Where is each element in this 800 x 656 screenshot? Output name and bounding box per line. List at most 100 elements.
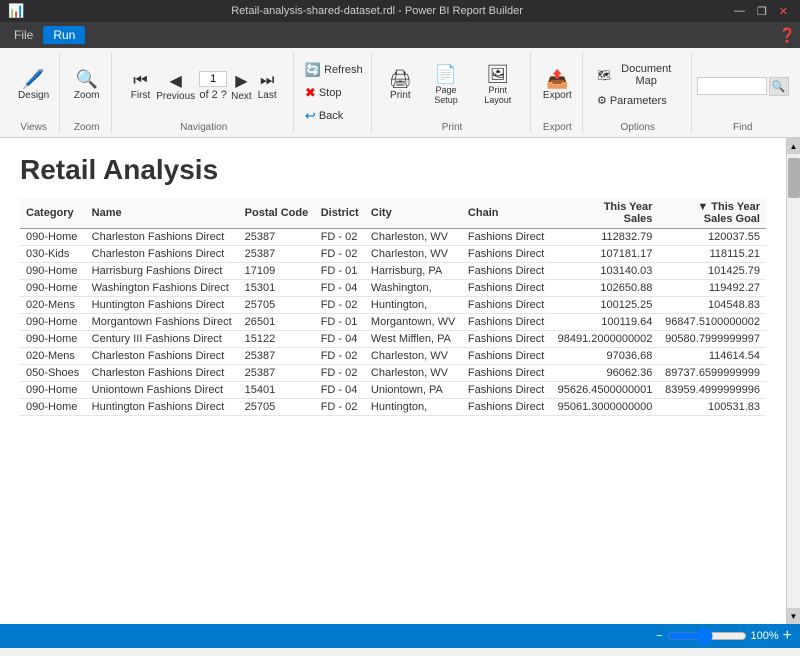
cell-thisYearSales: 100125.25 (551, 297, 659, 314)
zoom-icon: 🔍 (75, 70, 97, 88)
zoom-slider[interactable] (667, 628, 747, 644)
cell-category: 030-Kids (20, 246, 86, 263)
cell-postalCode: 26501 (239, 314, 315, 331)
restore-button[interactable]: ❐ (753, 5, 771, 18)
export-button[interactable]: 📤 Export (539, 68, 576, 103)
previous-icon: ◀ (170, 71, 182, 91)
table-row: 090-HomeWashington Fashions Direct15301F… (20, 280, 766, 297)
table-row: 090-HomeHarrisburg Fashions Direct17109F… (20, 263, 766, 280)
cell-vThisYearSalesGoal: 119492.27 (658, 280, 766, 297)
cell-district: FD - 02 (315, 246, 365, 263)
print-layout-button[interactable]: 🖼 Print Layout (474, 63, 522, 107)
cell-name: Uniontown Fashions Direct (86, 382, 239, 399)
parameters-button[interactable]: ⚙ Parameters (593, 92, 683, 109)
cell-postalCode: 17109 (239, 263, 315, 280)
col-header-chain: Chain (462, 198, 551, 229)
cell-district: FD - 04 (315, 382, 365, 399)
table-row: 090-HomeCharleston Fashions Direct25387F… (20, 229, 766, 246)
views-label: Views (20, 118, 47, 133)
cell-chain: Fashions Direct (462, 297, 551, 314)
ribbon-options-group: 🗺 Document Map ⚙ Parameters Options (585, 52, 692, 133)
previous-button[interactable]: ◀ Previous (154, 69, 197, 104)
ribbon-export-group: 📤 Export Export (533, 52, 583, 133)
cell-chain: Fashions Direct (462, 229, 551, 246)
cell-vThisYearSalesGoal: 114614.54 (658, 348, 766, 365)
col-header-postal: Postal Code (239, 198, 315, 229)
design-button[interactable]: 🖊️ Design (14, 68, 53, 103)
stop-button[interactable]: ✖ Stop (301, 83, 367, 103)
print-button[interactable]: 🖨 Print (382, 68, 418, 103)
main-wrapper: Retail Analysis Category Name Postal Cod… (0, 138, 800, 624)
cell-district: FD - 01 (315, 263, 365, 280)
cell-thisYearSales: 97036.68 (551, 348, 659, 365)
cell-chain: Fashions Direct (462, 246, 551, 263)
cell-category: 020-Mens (20, 297, 86, 314)
cell-postalCode: 25705 (239, 399, 315, 416)
back-button[interactable]: ↩ Back (301, 106, 367, 126)
cell-city: Charleston, WV (365, 365, 462, 382)
zoom-plus-button[interactable]: + (783, 627, 792, 645)
cell-vThisYearSalesGoal: 90580.7999999997 (658, 331, 766, 348)
cell-category: 020-Mens (20, 348, 86, 365)
cell-name: Century III Fashions Direct (86, 331, 239, 348)
cell-city: Huntington, (365, 297, 462, 314)
cell-category: 050-Shoes (20, 365, 86, 382)
export-icon: 📤 (546, 70, 568, 88)
refresh-icon: 🔄 (305, 62, 321, 78)
scrollbar-thumb[interactable] (788, 158, 800, 198)
menu-file[interactable]: File (4, 26, 43, 44)
zoom-button[interactable]: 🔍 Zoom (69, 68, 105, 103)
cell-city: Harrisburg, PA (365, 263, 462, 280)
cell-city: Charleston, WV (365, 246, 462, 263)
cell-district: FD - 04 (315, 280, 365, 297)
col-header-category: Category (20, 198, 86, 229)
cell-chain: Fashions Direct (462, 382, 551, 399)
cell-thisYearSales: 112832.79 (551, 229, 659, 246)
cell-district: FD - 02 (315, 297, 365, 314)
cell-category: 090-Home (20, 263, 86, 280)
menu-bar: File Run ❓ (0, 22, 800, 48)
cell-city: Washington, (365, 280, 462, 297)
page-setup-icon: 📄 (435, 65, 457, 83)
scrollbar-up-button[interactable]: ▲ (787, 138, 800, 154)
minimize-button[interactable]: — (730, 5, 749, 18)
cell-vThisYearSalesGoal: 89737.6599999999 (658, 365, 766, 382)
next-button[interactable]: ▶ Next (229, 69, 254, 104)
cell-thisYearSales: 95061.3000000000 (551, 399, 659, 416)
cell-postalCode: 15301 (239, 280, 315, 297)
page-setup-button[interactable]: 📄 Page Setup (422, 63, 469, 107)
report-table: Category Name Postal Code District City … (20, 198, 766, 416)
cell-vThisYearSalesGoal: 100531.83 (658, 399, 766, 416)
navigation-group-label: Navigation (180, 122, 227, 133)
table-row: 090-HomeUniontown Fashions Direct15401FD… (20, 382, 766, 399)
cell-thisYearSales: 107181.17 (551, 246, 659, 263)
table-header-row: Category Name Postal Code District City … (20, 198, 766, 229)
menu-run[interactable]: Run (43, 26, 85, 44)
find-input[interactable] (697, 77, 767, 95)
page-number-input[interactable] (199, 71, 227, 87)
document-map-button[interactable]: 🗺 Document Map (593, 61, 683, 89)
help-icon[interactable]: ❓ (779, 27, 796, 44)
vertical-scrollbar[interactable]: ▲ ▼ (786, 138, 800, 624)
last-button[interactable]: ⏭ Last (256, 70, 279, 103)
col-header-name: Name (86, 198, 239, 229)
cell-vThisYearSalesGoal: 118115.21 (658, 246, 766, 263)
find-search-button[interactable]: 🔍 (769, 77, 789, 96)
col-header-district: District (315, 198, 365, 229)
scrollbar-down-button[interactable]: ▼ (787, 608, 800, 624)
cell-city: West Mifflen, PA (365, 331, 462, 348)
refresh-button[interactable]: 🔄 Refresh (301, 60, 367, 80)
cell-thisYearSales: 100119.64 (551, 314, 659, 331)
find-group-label: Find (733, 122, 752, 133)
close-button[interactable]: ✕ (775, 5, 792, 18)
cell-chain: Fashions Direct (462, 314, 551, 331)
table-row: 090-HomeHuntington Fashions Direct25705F… (20, 399, 766, 416)
col-header-this-year-sales: This YearSales (551, 198, 659, 229)
report-title: Retail Analysis (20, 154, 766, 186)
cell-postalCode: 25387 (239, 365, 315, 382)
zoom-minus[interactable]: − (656, 630, 662, 642)
first-button[interactable]: ⏮ First (129, 70, 152, 103)
cell-chain: Fashions Direct (462, 348, 551, 365)
report-container: Retail Analysis Category Name Postal Cod… (0, 138, 786, 624)
cell-name: Washington Fashions Direct (86, 280, 239, 297)
